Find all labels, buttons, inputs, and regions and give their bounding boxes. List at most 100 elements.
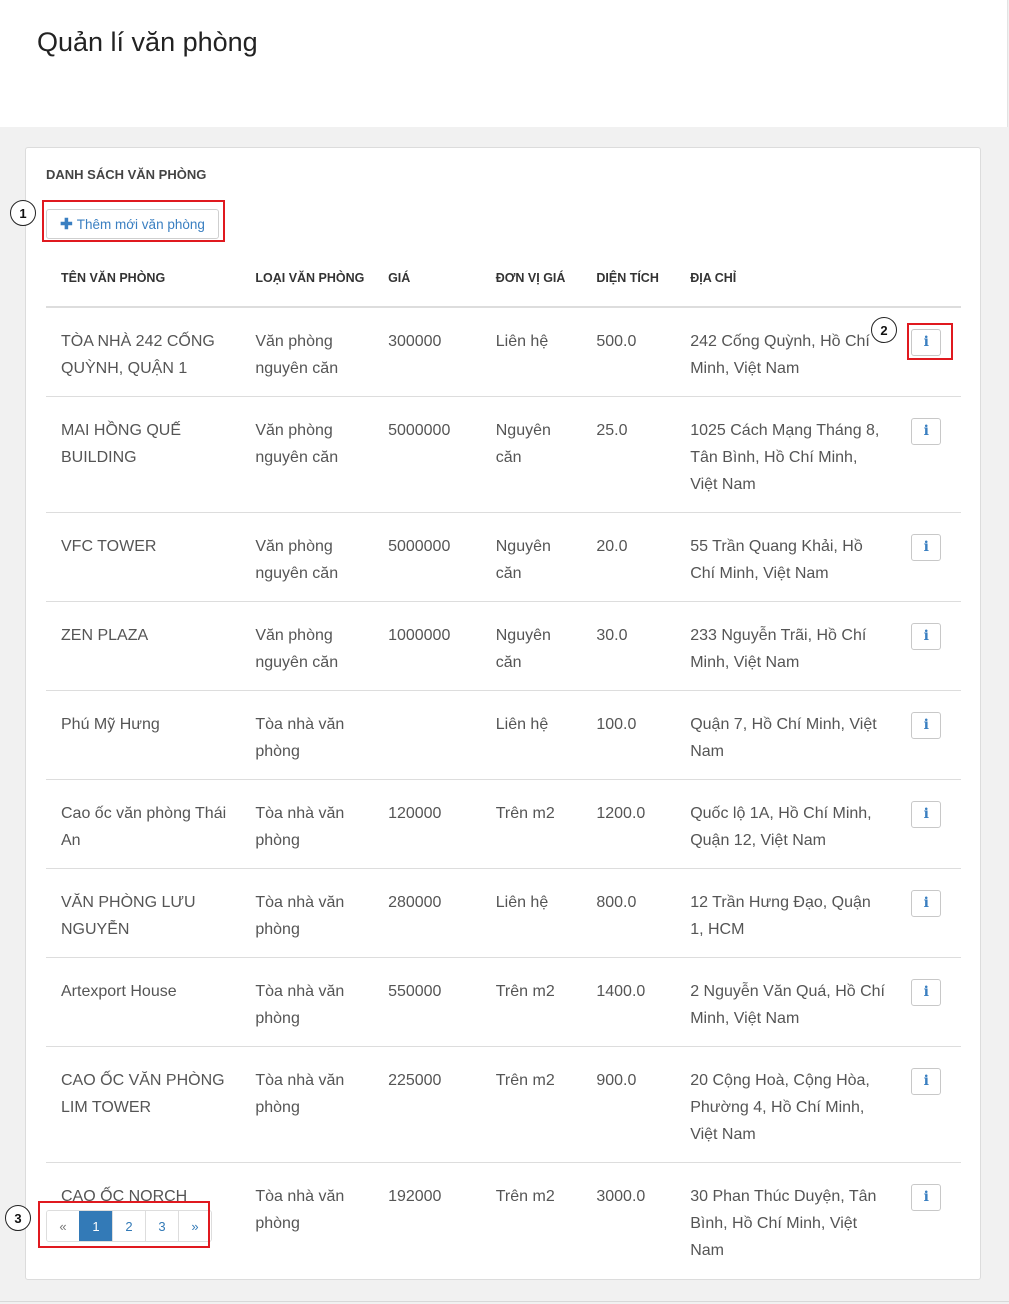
cell-address: Quận 7, Hồ Chí Minh, Việt Nam [675, 690, 897, 780]
info-icon: i [923, 895, 929, 911]
cell-area: 3000.0 [581, 1162, 676, 1278]
cell-actions: i [896, 690, 961, 780]
cell-area: 25.0 [581, 396, 676, 513]
cell-unit: Nguyên căn [480, 601, 582, 691]
table-body: TÒA NHÀ 242 CỐNG QUỲNH, QUẬN 1 Văn phòng … [46, 307, 961, 1278]
cell-address: 55 Trần Quang Khải, Hồ Chí Minh, Việt Na… [675, 512, 897, 602]
page-header: Quản lí văn phòng [0, 0, 1008, 127]
cell-area: 500.0 [596, 333, 637, 350]
cell-unit: Trên m2 [480, 1162, 582, 1278]
info-icon: i [923, 984, 929, 1000]
info-icon: i [923, 717, 929, 733]
office-list-panel: DANH SÁCH VĂN PHÒNG ✚ Thêm mới văn phòng… [25, 147, 981, 1280]
callout-1: 1 [10, 200, 36, 226]
info-button[interactable]: i [911, 623, 942, 650]
cell-unit: Nguyên căn [480, 512, 582, 602]
callout-3: 3 [5, 1205, 31, 1231]
cell-address: 2 Nguyễn Văn Quá, Hồ Chí Minh, Việt Nam [675, 957, 897, 1047]
info-icon: i [923, 539, 929, 555]
info-icon: i [923, 806, 929, 822]
table-row: ZEN PLAZA Văn phòng nguyên căn 1000000 Nguy… [46, 601, 961, 691]
cell-address: 1025 Cách Mạng Tháng 8, Tân Bình, Hồ Chí… [675, 396, 897, 513]
cell-actions: i [896, 396, 961, 513]
annotation-box-pagination [38, 1201, 210, 1248]
cell-unit: Liên hệ [480, 868, 582, 958]
cell-name: TÒA NHÀ 242 CỐNG QUỲNH, QUẬN 1 [61, 333, 215, 377]
header-area: DIỆN TÍCH [581, 248, 676, 308]
cell-name: ZEN PLAZA [46, 601, 241, 691]
cell-type: Văn phòng nguyên căn [240, 512, 374, 602]
cell-unit: Trên m2 [480, 779, 582, 869]
cell-actions: i [896, 868, 961, 958]
cell-address: Quốc lộ 1A, Hồ Chí Minh, Quận 12, Việt N… [675, 779, 897, 869]
cell-name: Cao ốc văn phòng Thái An [46, 779, 241, 869]
cell-price [373, 690, 481, 780]
cell-area: 1400.0 [581, 957, 676, 1047]
table-row: TÒA NHÀ 242 CỐNG QUỲNH, QUẬN 1 Văn phòng … [46, 307, 961, 397]
cell-price: 1000000 [373, 601, 481, 691]
cell-unit: Liên hệ [495, 333, 549, 350]
header-price: GIÁ [373, 248, 481, 308]
info-icon: i [923, 628, 929, 644]
page-title: Quản lí văn phòng [37, 27, 258, 57]
info-icon: i [923, 1073, 929, 1089]
cell-price: 192000 [373, 1162, 481, 1278]
table-row: CAO ỐC VĂN PHÒNG LIM TOWER Tòa nhà văn ph… [46, 1046, 961, 1163]
table-row: MAI HỒNG QUẾ BUILDING Văn phòng nguyên că… [46, 396, 961, 513]
annotation-box-add-button [42, 200, 225, 242]
annotation-box-info-button [907, 323, 953, 360]
cell-actions: i [896, 957, 961, 1047]
info-button[interactable]: i [911, 1184, 942, 1211]
info-icon: i [923, 1189, 929, 1205]
cell-type: Văn phòng nguyên căn [255, 333, 339, 377]
cell-type: Văn phòng nguyên căn [240, 601, 374, 691]
cell-actions: i [896, 601, 961, 691]
cell-address: 20 Cộng Hoà, Cộng Hòa, Phường 4, Hồ Chí … [675, 1046, 897, 1163]
table-header-row: TÊN VĂN PHÒNG LOẠI VĂN PHÒNG GIÁ ĐƠN VỊ … [46, 248, 961, 308]
info-button[interactable]: i [911, 979, 942, 1006]
table-row: VFC TOWER Văn phòng nguyên căn 5000000 Nguy… [46, 512, 961, 602]
cell-area: 30.0 [581, 601, 676, 691]
cell-type: Tòa nhà văn phòng [240, 1046, 374, 1163]
table-row: Cao ốc văn phòng Thái An Tòa nhà văn phòn… [46, 779, 961, 869]
cell-unit: Nguyên căn [480, 396, 582, 513]
cell-name: VĂN PHÒNG LƯU NGUYỄN [46, 868, 241, 958]
divider [0, 1301, 1009, 1302]
info-button[interactable]: i [911, 1068, 942, 1095]
header-type: LOẠI VĂN PHÒNG [240, 248, 374, 308]
cell-name: Phú Mỹ Hưng [46, 690, 241, 780]
info-button[interactable]: i [911, 712, 942, 739]
cell-price: 5000000 [373, 512, 481, 602]
cell-price: 300000 [388, 333, 442, 350]
cell-name: MAI HỒNG QUẾ BUILDING [46, 396, 241, 513]
cell-price: 120000 [373, 779, 481, 869]
table-row: Phú Mỹ Hưng Tòa nhà văn phòng Liên hệ 100.0… [46, 690, 961, 780]
header-name: TÊN VĂN PHÒNG [46, 248, 241, 308]
cell-type: Tòa nhà văn phòng [240, 957, 374, 1047]
cell-actions: i [896, 1046, 961, 1163]
panel-heading: DANH SÁCH VĂN PHÒNG [46, 167, 207, 182]
cell-address: 12 Trần Hưng Đạo, Quận 1, HCM [675, 868, 897, 958]
cell-type: Văn phòng nguyên căn [240, 396, 374, 513]
cell-unit: Liên hệ [480, 690, 582, 780]
info-button[interactable]: i [911, 801, 942, 828]
info-icon: i [923, 423, 929, 439]
cell-name: Artexport House [46, 957, 241, 1047]
callout-2: 2 [871, 317, 897, 343]
cell-price: 5000000 [373, 396, 481, 513]
info-button[interactable]: i [911, 534, 942, 561]
cell-name: CAO ỐC VĂN PHÒNG LIM TOWER [46, 1046, 241, 1163]
cell-actions: i [896, 779, 961, 869]
header-unit: ĐƠN VỊ GIÁ [480, 248, 582, 308]
header-actions [896, 248, 961, 308]
cell-price: 225000 [373, 1046, 481, 1163]
cell-price: 550000 [373, 957, 481, 1047]
header-address: ĐỊA CHỈ [675, 248, 897, 308]
cell-type: Tòa nhà văn phòng [240, 1162, 374, 1278]
info-button[interactable]: i [911, 890, 942, 917]
cell-area: 800.0 [581, 868, 676, 958]
cell-address: 242 Cống Quỳnh, Hồ Chí Minh, Việt Nam [690, 333, 870, 377]
table-row: VĂN PHÒNG LƯU NGUYỄN Tòa nhà văn phòng 280… [46, 868, 961, 958]
info-button[interactable]: i [911, 418, 942, 445]
cell-area: 1200.0 [581, 779, 676, 869]
